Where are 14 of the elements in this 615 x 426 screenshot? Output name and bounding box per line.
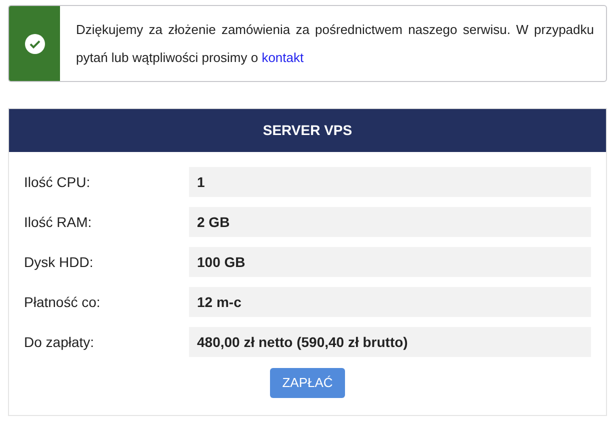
field-label: Ilość RAM: [24, 212, 93, 232]
field-value: 2 GB [189, 207, 591, 237]
field-label: Płatność co: [24, 292, 102, 312]
field-label: Dysk HDD: [24, 252, 94, 272]
field-value: 100 GB [189, 247, 591, 277]
alert-message: Dziękujemy za złożenie zamówienia za pośrednictwem naszego serwisu. W przypadku pytań lub wątpliwości prosimy o kontakt [76, 20, 594, 67]
field-value: 12 m-c [189, 287, 591, 317]
field-value: 480,00 zł netto (590,40 zł brutto) [189, 327, 591, 357]
field-label: Ilość CPU: [24, 172, 92, 192]
card-title: SERVER VPS [262, 121, 352, 140]
field-value: 1 [189, 167, 591, 197]
contact-link[interactable]: kontakt [262, 50, 304, 64]
check-circle-icon [24, 34, 44, 54]
field-label: Do zapłaty: [24, 332, 96, 352]
